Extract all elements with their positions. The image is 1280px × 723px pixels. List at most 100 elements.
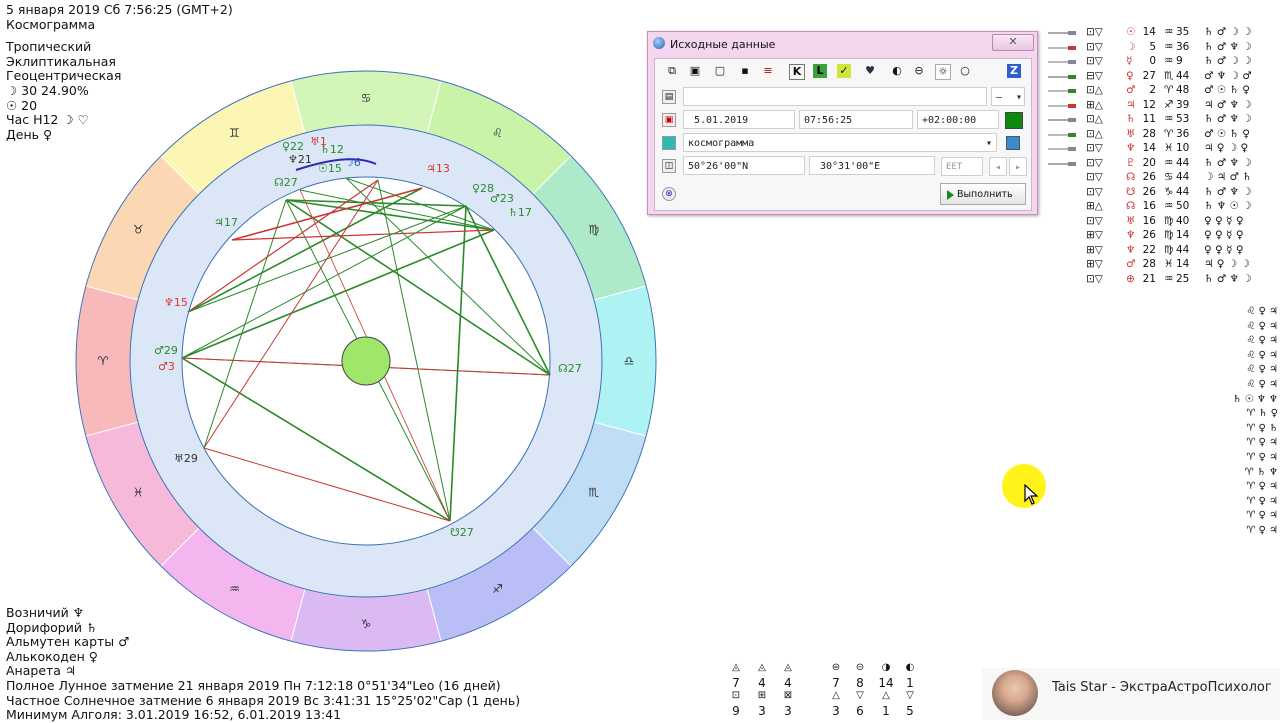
stat-cell: 9 [732, 704, 740, 718]
glyph-row: ♈ ♄ ♆ [1244, 466, 1278, 478]
row-marker [1068, 147, 1076, 151]
aspect-table-row[interactable]: ⊡▽ ☋ 26 ♑ 44 ♄ ♂ ♆ ☽ [1046, 186, 1280, 200]
stat-cell: ⊝ [855, 662, 865, 673]
planet-label[interactable]: ♅29 [174, 452, 198, 465]
row-marker [1068, 45, 1076, 50]
mode-icon[interactable] [662, 136, 676, 150]
name-dropdown[interactable]: — ▾ [991, 87, 1025, 106]
zone-field[interactable]: EET [941, 157, 983, 176]
glyph-row: ♈ ♀ ♄ [1246, 422, 1278, 434]
check-icon[interactable]: ✓ [837, 64, 851, 78]
ruler-glyphs: ♃ ♂ ♆ ☽ [1204, 98, 1252, 111]
minute-value: 25 [1176, 272, 1190, 285]
planet-label[interactable]: ☽6 [344, 156, 361, 169]
z-button[interactable]: Z [1007, 64, 1021, 78]
planet-label[interactable]: ☊27 [274, 176, 298, 189]
stat-cell: ⊞ [757, 690, 767, 701]
aspect-symbols: ⊡▽ [1086, 40, 1103, 53]
sign-glyph: ♒ [1164, 55, 1174, 67]
minute-value: 44 [1176, 156, 1190, 169]
aspect-table-row[interactable]: ⊡▽ ♅ 16 ♍ 40 ♀ ♀ ☿ ♀ [1046, 215, 1280, 229]
l-button[interactable]: L [813, 64, 827, 78]
date-field[interactable]: 5.01.2019 [683, 110, 795, 129]
planet-label[interactable]: ♂23 [490, 192, 514, 205]
name-field[interactable] [683, 87, 987, 106]
aspect-table-row[interactable]: ⊟▽ ♀ 27 ♏ 44 ♂ ♆ ☽ ♂ [1046, 70, 1280, 84]
aspect-table-row[interactable]: ⊡▽ ☉ 14 ♒ 35 ♄ ♂ ☽ ☽ [1046, 26, 1280, 40]
input-data-dialog[interactable]: Исходные данные ✕ ⧉ ▣ ▢ ▪ ≡ K L ✓ ♥ ◐ ⊖ … [647, 31, 1038, 215]
planet-label[interactable]: ♄12 [320, 143, 344, 156]
aspect-table-row[interactable]: ⊞△ ♃ 12 ♐ 39 ♃ ♂ ♆ ☽ [1046, 99, 1280, 113]
planet-label[interactable]: ♃13 [426, 162, 450, 175]
planet-label[interactable]: ♆21 [288, 153, 312, 166]
copy-icon[interactable]: ⧉ [665, 64, 679, 78]
ruler-glyphs: ♄ ♂ ♆ ☽ [1204, 185, 1252, 198]
timezone-offset-field[interactable]: +02:00:00 [917, 110, 999, 129]
aspect-table-row[interactable]: ⊡▽ ⊕ 21 ♒ 25 ♄ ♂ ♆ ☽ [1046, 273, 1280, 287]
aspect-table-row[interactable]: ⊡▽ ☿ 0 ♒ 9 ♄ ♂ ☽ ☽ [1046, 55, 1280, 69]
sign-glyph: ♍ [1164, 214, 1174, 227]
time-field[interactable]: 07:56:25 [799, 110, 913, 129]
degree-value: 16 [1142, 200, 1156, 212]
run-button[interactable]: Выполнить [940, 183, 1026, 205]
planet-label[interactable]: ♀22 [282, 140, 304, 153]
save-icon[interactable]: ▪ [738, 64, 752, 78]
degree-value: 11 [1142, 113, 1156, 125]
minute-value: 48 [1176, 84, 1190, 96]
location-icon[interactable]: ◫ [662, 159, 676, 173]
aspect-table-row[interactable]: ⊡△ ♂ 2 ♈ 48 ♂ ☉ ♄ ♀ [1046, 84, 1280, 98]
list-icon[interactable]: ≡ [761, 64, 775, 78]
status-square[interactable] [1005, 112, 1023, 129]
aspect-table-row[interactable]: ⊡▽ ♇ 20 ♒ 44 ♄ ♂ ♆ ☽ [1046, 157, 1280, 171]
degree-value: 5 [1149, 40, 1156, 53]
minus-circle-icon[interactable]: ⊖ [912, 64, 926, 78]
mode-select[interactable]: космограмма ▾ [683, 133, 997, 152]
sign-glyph: ♓ [1164, 142, 1174, 154]
camera-icon[interactable]: ▣ [688, 64, 702, 78]
heart-icon[interactable]: ♥ [863, 64, 877, 78]
planet-label[interactable]: ☋27 [450, 526, 474, 539]
degree-value: 26 [1142, 229, 1156, 241]
dialog-titlebar[interactable]: Исходные данные ✕ [648, 32, 1037, 56]
planet-label[interactable]: ♂29 [154, 344, 178, 357]
atom-icon[interactable]: ⊗ [662, 187, 676, 201]
aspect-symbols: ⊡▽ [1086, 171, 1103, 183]
close-button[interactable]: ✕ [992, 34, 1034, 51]
planet-label[interactable]: ☊27 [558, 362, 582, 375]
planet-label[interactable]: ♃17 [214, 216, 238, 229]
map-icon[interactable] [1006, 136, 1020, 150]
sign-glyph: ♉ [133, 223, 144, 237]
aspect-table-row[interactable]: ⊞▽ ♆ 22 ♍ 44 ♀ ♀ ☿ ♀ [1046, 244, 1280, 258]
half-circle-icon[interactable]: ◐ [890, 64, 904, 78]
planet-glyph: ♄ [1126, 113, 1136, 125]
sun-icon[interactable]: ☼ [935, 64, 951, 80]
aspect-table-row[interactable]: ⊡▽ ☽ 5 ♒ 36 ♄ ♂ ♆ ☽ [1046, 41, 1280, 55]
aspect-table-row[interactable]: ⊡△ ♅ 28 ♈ 36 ♂ ☉ ♄ ♀ [1046, 128, 1280, 142]
new-doc-icon[interactable]: ▢ [713, 64, 727, 78]
planet-label[interactable]: ☉15 [318, 162, 342, 175]
aspect-table-row[interactable]: ⊡△ ♄ 11 ♒ 53 ♄ ♂ ♆ ☽ [1046, 113, 1280, 127]
spin-left-button[interactable]: ◂ [989, 157, 1007, 176]
aspect-table-row[interactable]: ⊞▽ ♂ 28 ♓ 14 ♃ ♀ ☽ ☽ [1046, 258, 1280, 272]
aspect-symbols: ⊡△ [1086, 113, 1103, 125]
k-button[interactable]: K [789, 64, 805, 80]
latitude-field[interactable]: 50°26'00"N [683, 156, 805, 175]
database-icon[interactable]: ▤ [662, 90, 676, 104]
app-globe-icon [653, 37, 665, 49]
aspect-table-row[interactable]: ⊡▽ ♆ 14 ♓ 10 ♃ ♀ ☽ ♀ [1046, 142, 1280, 156]
aspect-table-row[interactable]: ⊞▽ ♆ 26 ♍ 14 ♀ ♀ ☿ ♀ [1046, 229, 1280, 243]
sign-glyph: ♒ [1164, 200, 1174, 212]
longitude-field[interactable]: 30°31'00"E [809, 156, 935, 175]
circle-icon[interactable]: ○ [958, 64, 972, 78]
planet-label[interactable]: ♄17 [508, 206, 532, 219]
spin-right-button[interactable]: ▸ [1009, 157, 1027, 176]
planet-label[interactable]: ♆15 [164, 296, 188, 309]
aspect-table-row[interactable]: ⊞△ ☊ 16 ♒ 50 ♄ ♆ ☉ ☽ [1046, 200, 1280, 214]
calendar-icon[interactable]: ▣ [662, 113, 676, 127]
cosmogram-wheel[interactable]: ♈♉♊♋♌♍♎♏♐♑♒♓ ♅1♃13♀22 ♄12♆21☉15 ☽6☊27 ♀28♂2… [60, 60, 670, 670]
stat-cell: ⊡ [731, 690, 741, 701]
planet-label[interactable]: ♂3 [158, 360, 175, 373]
stat-cell: 7 [832, 676, 840, 690]
minute-value: 9 [1176, 55, 1183, 67]
aspect-table-row[interactable]: ⊡▽ ☊ 26 ♋ 44 ☽ ♃ ♂ ♄ [1046, 171, 1280, 185]
